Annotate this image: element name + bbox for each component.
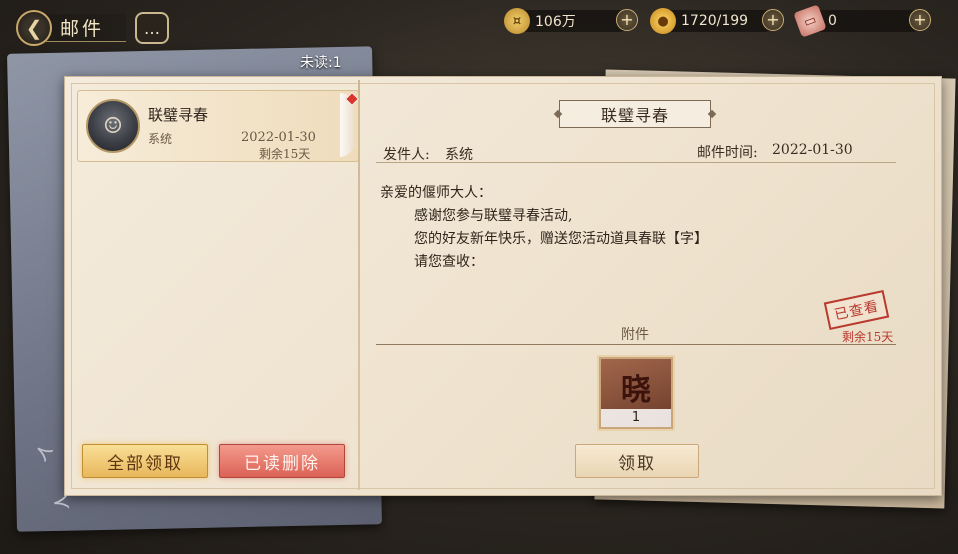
mail-item-date: 2022-01-30 bbox=[241, 130, 316, 145]
mail-body-line: 请您查收： bbox=[414, 254, 484, 270]
item-glyph: 晓 bbox=[621, 373, 651, 408]
delete-read-button[interactable]: 已读删除 bbox=[219, 444, 345, 478]
take-attachment-button[interactable]: 领取 bbox=[575, 444, 699, 478]
add-gold-button[interactable]: + bbox=[762, 9, 784, 31]
chat-button[interactable]: … bbox=[135, 12, 169, 44]
mail-time-value: 2022-01-30 bbox=[772, 142, 853, 158]
coin-value: 106万 bbox=[535, 14, 576, 30]
unread-count: 未读:1 bbox=[300, 55, 342, 71]
gold-counter: ● 1720/199 + bbox=[650, 8, 784, 34]
mail-body-line: 感谢您参与联璧寻春活动, bbox=[414, 208, 573, 224]
ticket-counter: ▭ 0 + bbox=[793, 4, 931, 38]
ticket-value: 0 bbox=[828, 13, 837, 29]
attachment-divider bbox=[376, 344, 896, 345]
mail-body-greeting: 亲爱的偃师大人： bbox=[380, 185, 492, 201]
add-ticket-button[interactable]: + bbox=[909, 9, 931, 31]
mail-item-remain: 剩余15天 bbox=[259, 147, 311, 161]
page-title: 邮件 bbox=[46, 14, 126, 42]
attachment-item[interactable]: 晓 1 bbox=[599, 357, 673, 429]
mail-time-label: 邮件时间: bbox=[697, 145, 758, 161]
claim-all-button[interactable]: 全部领取 bbox=[82, 444, 208, 478]
mail-item-title: 联璧寻春 bbox=[148, 106, 209, 124]
coin-icon: ¤ bbox=[504, 8, 530, 34]
mail-body-line: 您的好友新年快乐，赠送您活动道具春联【字】 bbox=[414, 231, 708, 247]
back-button[interactable]: ❮ bbox=[16, 10, 52, 46]
ticket-icon: ▭ bbox=[793, 4, 827, 38]
add-coin-button[interactable]: + bbox=[616, 9, 638, 31]
sender-label: 发件人: bbox=[383, 147, 430, 163]
stamp-remain: 剩余15天 bbox=[842, 330, 894, 344]
mail-item-from: 系统 bbox=[148, 132, 173, 146]
mail-list-item[interactable]: ☺ 联璧寻春 系统 2022-01-30 剩余15天 bbox=[77, 90, 360, 162]
attachment-label: 附件 bbox=[621, 327, 649, 343]
mail-detail-title: 联璧寻春 bbox=[559, 100, 711, 128]
meta-divider bbox=[376, 162, 896, 163]
new-mail-dot-icon bbox=[344, 91, 360, 107]
chat-icon: … bbox=[144, 18, 160, 38]
gold-value: 1720/199 bbox=[681, 13, 749, 29]
sender-value: 系统 bbox=[445, 147, 473, 163]
item-count: 1 bbox=[601, 409, 671, 427]
sender-avatar: ☺ bbox=[86, 99, 140, 153]
back-arrow-icon: ❮ bbox=[25, 16, 43, 40]
coin-counter: ¤ 106万 + bbox=[504, 8, 638, 34]
gold-ingot-icon: ● bbox=[650, 8, 676, 34]
